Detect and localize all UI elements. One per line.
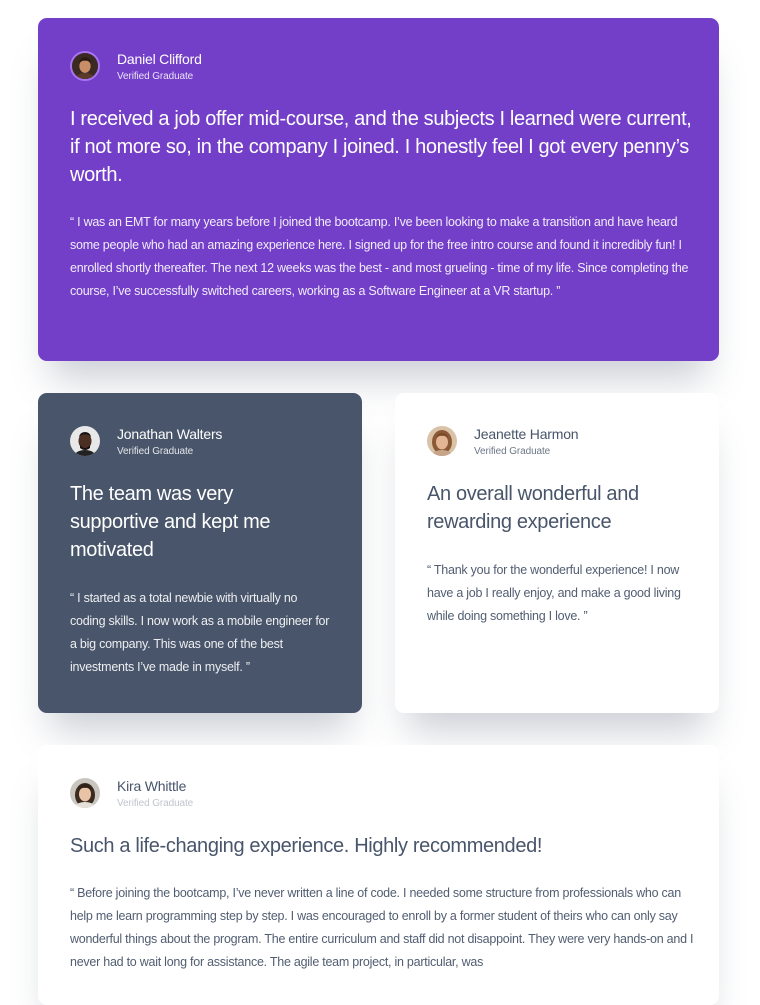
avatar	[70, 51, 100, 81]
verified-badge: Verified Graduate	[117, 798, 194, 809]
testimonial-quote: “ Thank you for the wonderful experience…	[427, 563, 681, 623]
verified-badge: Verified Graduate	[117, 446, 194, 457]
testimonial-card-kira: Kira Whittle Verified Graduate Such a li…	[38, 745, 719, 1005]
testimonial-headline: An overall wonderful and rewarding exper…	[427, 483, 639, 533]
testimonial-quote: “ I was an EMT for many years before I j…	[70, 215, 689, 298]
author-name: Jonathan Walters	[117, 426, 223, 442]
testimonial-card-jeanette: Jeanette Harmon Verified Graduate An ove…	[395, 393, 719, 713]
avatar	[70, 426, 100, 456]
testimonial-headline: The team was very supportive and kept me…	[70, 483, 271, 561]
testimonial-headline: I received a job offer mid-course, and t…	[70, 108, 692, 186]
avatar-kira-icon	[70, 778, 100, 808]
avatar-jonathan-icon	[70, 426, 100, 456]
testimonial-quote: “ Before joining the bootcamp, I’ve neve…	[70, 886, 694, 969]
testimonial-quote: “ I started as a total newbie with virtu…	[70, 591, 330, 674]
avatar-daniel-icon	[72, 53, 98, 79]
avatar-jeanette-icon	[427, 426, 457, 456]
author-name: Jeanette Harmon	[474, 426, 579, 442]
verified-badge: Verified Graduate	[117, 71, 194, 82]
avatar	[70, 778, 100, 808]
testimonial-headline: Such a life-changing experience. Highly …	[70, 835, 543, 857]
verified-badge: Verified Graduate	[474, 446, 551, 457]
avatar	[427, 426, 457, 456]
author-name: Daniel Clifford	[117, 51, 202, 67]
testimonial-card-jonathan: Jonathan Walters Verified Graduate The t…	[38, 393, 362, 713]
testimonial-card-daniel: Daniel Clifford Verified Graduate I rece…	[38, 18, 719, 361]
author-name: Kira Whittle	[117, 778, 187, 794]
